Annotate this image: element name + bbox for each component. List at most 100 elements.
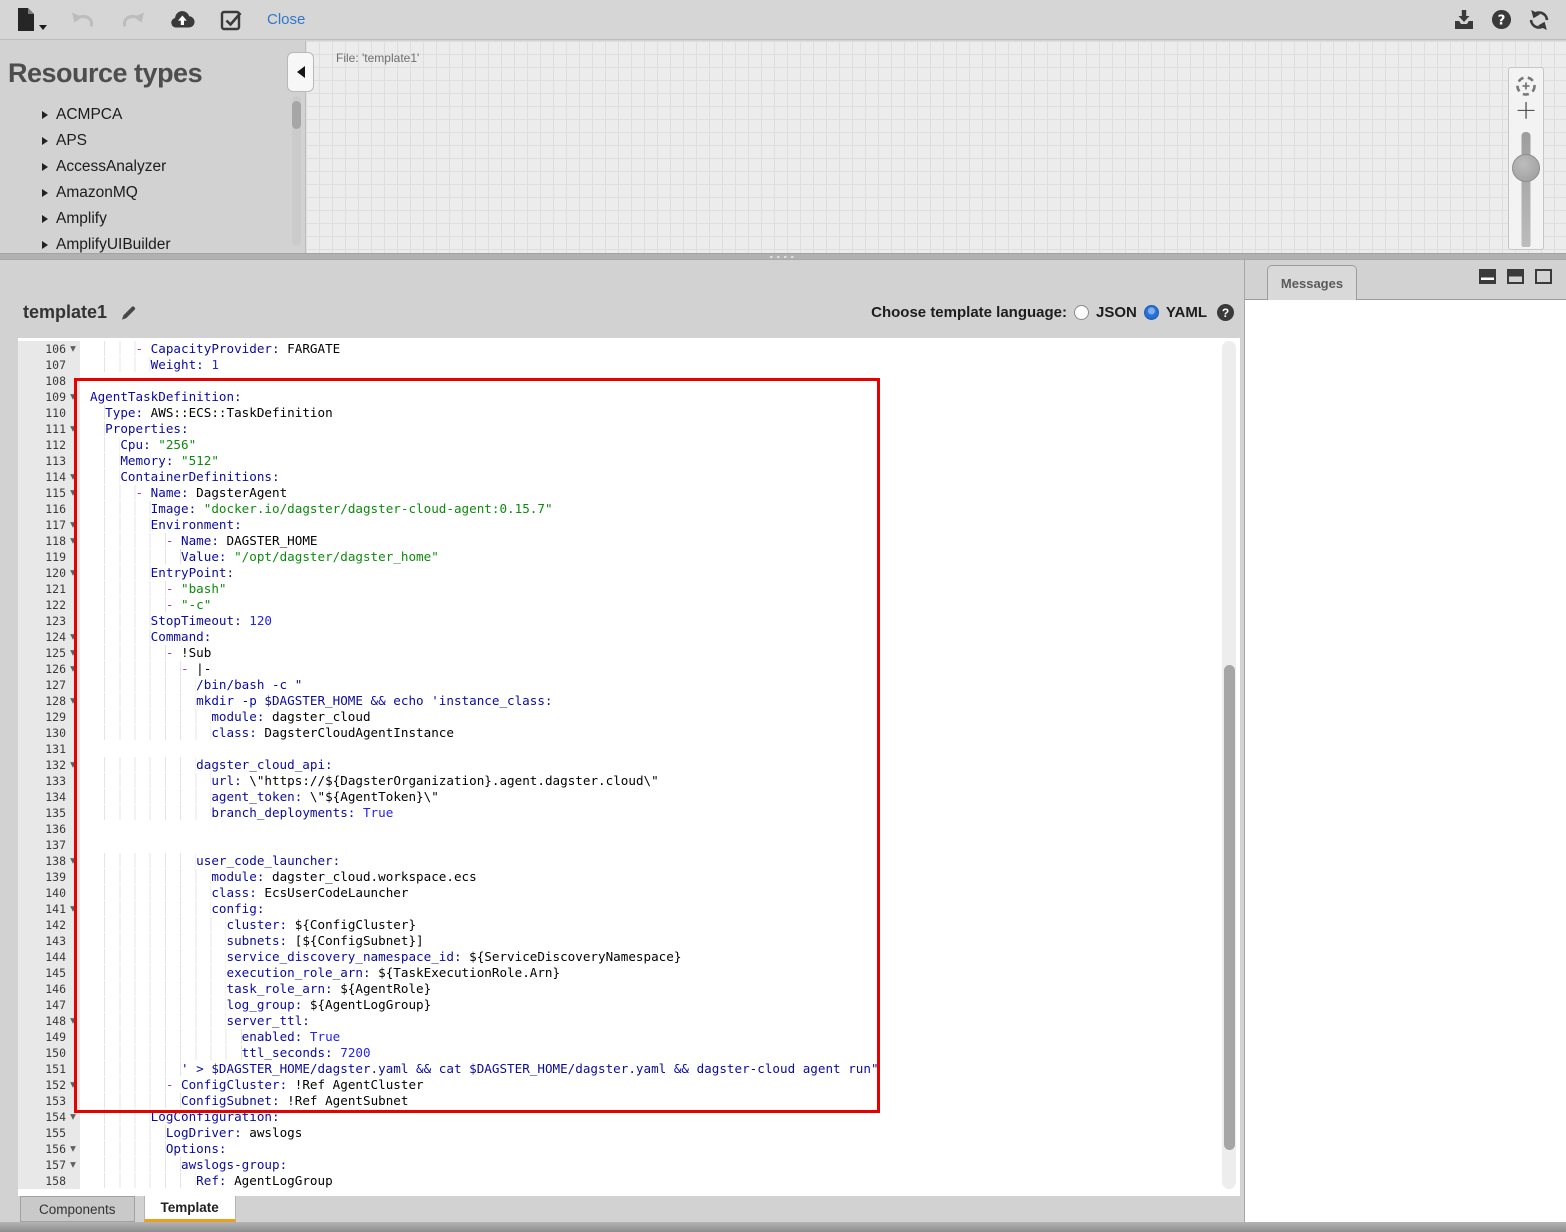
gutter-cell: 157▼ xyxy=(18,1157,80,1173)
fold-arrow-icon[interactable]: ▼ xyxy=(66,565,80,581)
indent-guides xyxy=(90,1125,166,1140)
gutter-cell: 110 xyxy=(18,405,80,421)
indent-guides xyxy=(90,933,226,948)
fold-arrow-icon[interactable]: ▼ xyxy=(66,533,80,549)
code-token: [${ConfigSubnet}] xyxy=(287,933,423,948)
fold-arrow-icon[interactable]: ▼ xyxy=(66,661,80,677)
fold-arrow-icon[interactable]: ▼ xyxy=(66,1013,80,1029)
layout-editor-maximized-icon[interactable] xyxy=(1479,269,1496,284)
code-line-text: log_group: ${AgentLogGroup} xyxy=(80,997,1240,1013)
resource-type-item[interactable]: ACMPCA xyxy=(0,102,305,128)
tab-template[interactable]: Template xyxy=(144,1196,236,1222)
close-link[interactable]: Close xyxy=(267,11,305,28)
editor-scrollbar[interactable] xyxy=(1222,341,1236,1189)
zoom-in-button[interactable]: + xyxy=(1515,98,1538,124)
code-token: - xyxy=(166,645,181,660)
validate-template-button[interactable] xyxy=(220,9,243,31)
redo-button[interactable] xyxy=(120,10,145,30)
undo-button[interactable] xyxy=(71,10,96,30)
resource-type-item[interactable]: AccessAnalyzer xyxy=(0,154,305,180)
resource-panel-scrollbar[interactable] xyxy=(292,96,301,246)
code-line: 135 branch_deployments: True xyxy=(18,805,1240,821)
zoom-slider-track xyxy=(1522,132,1531,247)
fold-arrow-icon[interactable]: ▼ xyxy=(66,469,80,485)
editor-scrollbar-thumb[interactable] xyxy=(1224,665,1235,1150)
canvas-file-label: File: 'template1' xyxy=(336,51,419,65)
horizontal-splitter[interactable] xyxy=(0,253,1566,260)
gutter-cell: 125▼ xyxy=(18,645,80,661)
layout-split-view-icon[interactable] xyxy=(1507,269,1524,284)
fold-arrow-icon[interactable]: ▼ xyxy=(66,1109,80,1125)
code-line-text: - |- xyxy=(80,661,1240,677)
download-button[interactable] xyxy=(1453,9,1475,30)
code-line-text: cluster: ${ConfigCluster} xyxy=(80,917,1240,933)
fold-arrow-icon[interactable]: ▼ xyxy=(66,421,80,437)
line-number: 126 xyxy=(45,661,66,677)
code-line-text: /bin/bash -c " xyxy=(80,677,1240,693)
help-button[interactable]: ? xyxy=(1491,9,1512,30)
code-line-text: user_code_launcher: xyxy=(80,853,1240,869)
fold-arrow-icon[interactable]: ▼ xyxy=(66,629,80,645)
splitter-drag-handle-icon[interactable] xyxy=(770,256,797,259)
resource-panel-scrollbar-thumb[interactable] xyxy=(292,101,301,129)
editor-header: template1 Choose template language: JSON… xyxy=(0,260,1244,338)
fold-arrow-icon[interactable]: ▼ xyxy=(66,485,80,501)
fold-arrow-icon[interactable]: ▼ xyxy=(66,1141,80,1157)
code-line: 125▼ - !Sub xyxy=(18,645,1240,661)
code-line: 151 ' > $DAGSTER_HOME/dagster.yaml && ca… xyxy=(18,1061,1240,1077)
code-token: - xyxy=(181,661,196,676)
refresh-button[interactable] xyxy=(1528,9,1550,31)
code-token: DagsterCloudAgentInstance xyxy=(257,725,454,740)
code-token: Name: xyxy=(181,533,219,548)
tab-messages[interactable]: Messages xyxy=(1267,265,1357,300)
radio-yaml[interactable] xyxy=(1144,305,1159,320)
line-number: 108 xyxy=(45,373,66,389)
resource-type-item[interactable]: AmazonMQ xyxy=(0,180,305,206)
collapse-panel-button[interactable] xyxy=(287,52,314,92)
zoom-slider[interactable] xyxy=(1509,128,1543,249)
tab-components[interactable]: Components xyxy=(20,1196,135,1222)
code-token: \"https://${DagsterOrganization}.agent.d… xyxy=(242,773,659,788)
code-line-text: subnets: [${ConfigSubnet}] xyxy=(80,933,1240,949)
code-token: ${AgentRole} xyxy=(333,981,432,996)
indent-guides xyxy=(90,805,211,820)
gutter-cell: 120▼ xyxy=(18,565,80,581)
fold-arrow-icon[interactable]: ▼ xyxy=(66,853,80,869)
create-stack-button[interactable] xyxy=(169,10,196,30)
line-number: 135 xyxy=(45,805,66,821)
fold-arrow-icon[interactable]: ▼ xyxy=(66,517,80,533)
gutter-cell: 142 xyxy=(18,917,80,933)
gutter-cell: 137 xyxy=(18,837,80,853)
fold-arrow-icon[interactable]: ▼ xyxy=(66,1157,80,1173)
code-token: ConfigCluster: xyxy=(181,1077,287,1092)
fold-arrow-icon[interactable]: ▼ xyxy=(66,389,80,405)
code-line: 155 LogDriver: awslogs xyxy=(18,1125,1240,1141)
line-number: 113 xyxy=(45,453,66,469)
fold-arrow-icon[interactable]: ▼ xyxy=(66,693,80,709)
gutter-cell: 112 xyxy=(18,437,80,453)
fold-arrow-icon[interactable]: ▼ xyxy=(66,1077,80,1093)
designer-canvas[interactable]: File: 'template1' + xyxy=(305,41,1566,253)
yaml-option-label[interactable]: YAML xyxy=(1166,304,1207,321)
json-option-label[interactable]: JSON xyxy=(1096,304,1137,321)
code-line-text: task_role_arn: ${AgentRole} xyxy=(80,981,1240,997)
resource-type-item[interactable]: APS xyxy=(0,128,305,154)
layout-canvas-maximized-icon[interactable] xyxy=(1535,269,1552,284)
gutter-cell: 106▼ xyxy=(18,341,80,357)
new-template-button[interactable] xyxy=(16,7,47,32)
radio-json[interactable] xyxy=(1074,305,1089,320)
resource-type-item[interactable]: AmplifyUIBuilder xyxy=(0,232,305,253)
zoom-slider-knob[interactable] xyxy=(1512,154,1540,182)
fold-arrow-icon[interactable]: ▼ xyxy=(66,757,80,773)
resource-type-item[interactable]: Amplify xyxy=(0,206,305,232)
code-token: dagster_cloud xyxy=(264,709,370,724)
code-editor[interactable]: 106▼ - CapacityProvider: FARGATE107 Weig… xyxy=(18,338,1240,1196)
fold-arrow-icon[interactable]: ▼ xyxy=(66,341,80,357)
code-token: "256" xyxy=(151,437,197,452)
code-token: EcsUserCodeLauncher xyxy=(257,885,409,900)
fold-arrow-icon[interactable]: ▼ xyxy=(66,901,80,917)
fold-arrow-icon[interactable]: ▼ xyxy=(66,645,80,661)
line-number: 155 xyxy=(45,1125,66,1141)
language-help-icon[interactable]: ? xyxy=(1217,304,1234,321)
rename-pencil-icon[interactable] xyxy=(120,304,137,321)
